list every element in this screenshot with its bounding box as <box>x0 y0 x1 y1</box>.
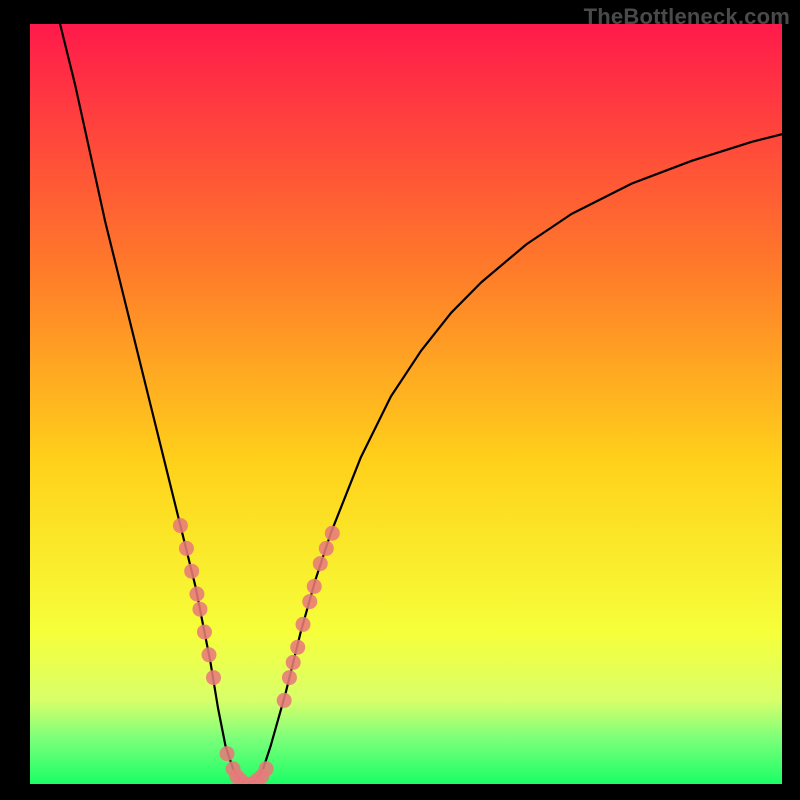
plot-area <box>30 24 782 784</box>
marker-dot <box>286 655 301 670</box>
marker-dot <box>201 647 216 662</box>
marker-dot <box>192 602 207 617</box>
gradient-background <box>30 24 782 784</box>
marker-dot <box>307 579 322 594</box>
marker-dot <box>197 625 212 640</box>
marker-dot <box>220 746 235 761</box>
marker-dot <box>325 526 340 541</box>
marker-dot <box>277 693 292 708</box>
marker-dot <box>259 761 274 776</box>
chart-frame: TheBottleneck.com <box>0 0 800 800</box>
marker-dot <box>290 640 305 655</box>
marker-dot <box>173 518 188 533</box>
marker-dot <box>313 556 328 571</box>
watermark-text: TheBottleneck.com <box>584 4 790 30</box>
marker-dot <box>282 670 297 685</box>
marker-dot <box>179 541 194 556</box>
marker-dot <box>206 670 221 685</box>
plot-svg <box>30 24 782 784</box>
marker-dot <box>302 594 317 609</box>
marker-dot <box>184 564 199 579</box>
marker-dot <box>295 617 310 632</box>
marker-dot <box>319 541 334 556</box>
marker-dot <box>189 587 204 602</box>
